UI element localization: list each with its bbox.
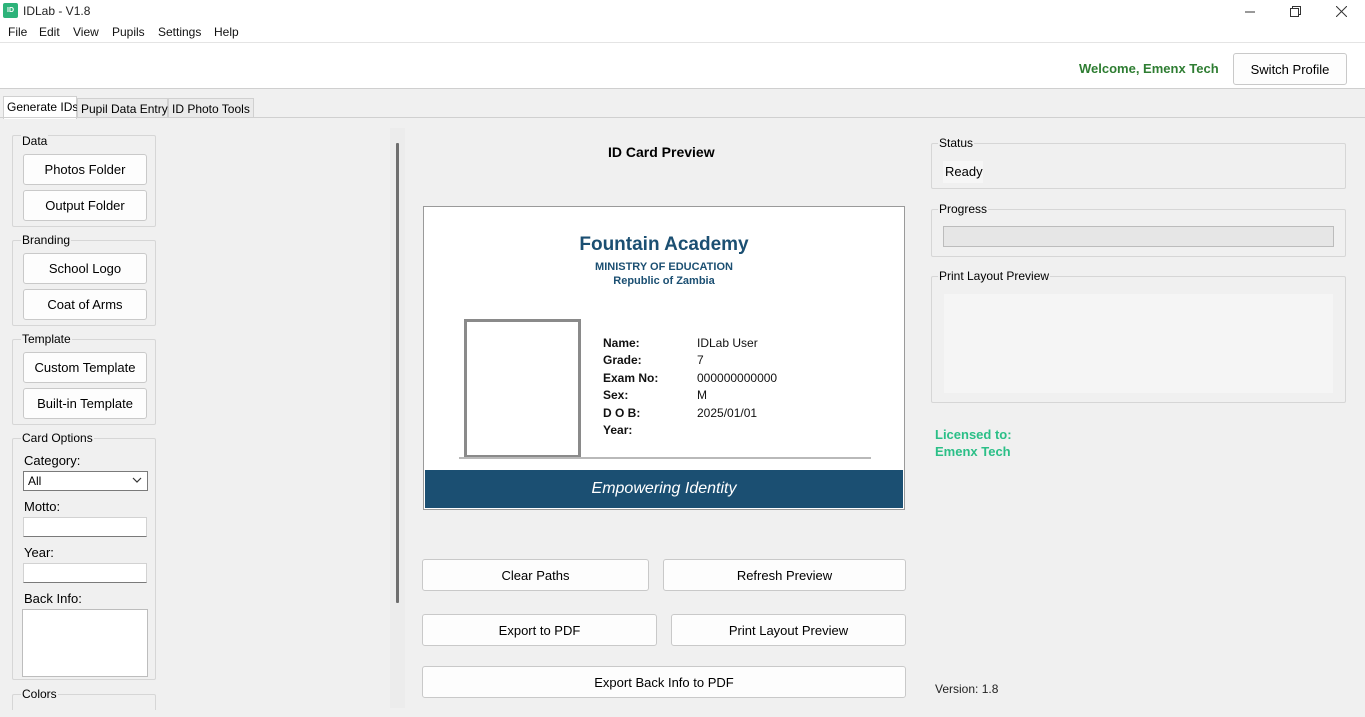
chevron-down-icon [132, 477, 142, 483]
colors-group-title: Colors [21, 687, 58, 701]
menu-help[interactable]: Help [214, 25, 239, 39]
custom-template-button[interactable]: Custom Template [23, 352, 147, 383]
menu-edit[interactable]: Edit [39, 25, 60, 39]
back-info-textarea[interactable] [22, 609, 148, 677]
tab-generate-ids[interactable]: Generate IDs [3, 96, 78, 119]
minimize-button[interactable] [1227, 0, 1273, 23]
category-select[interactable]: All [23, 471, 148, 491]
print-layout-preview-button[interactable]: Print Layout Preview [671, 614, 906, 646]
export-back-info-button[interactable]: Export Back Info to PDF [422, 666, 906, 698]
card-ministry: MINISTRY OF EDUCATION [595, 261, 733, 273]
card-field-label: Year: [603, 423, 633, 437]
switch-profile-button[interactable]: Switch Profile [1233, 53, 1347, 85]
window-title: IDLab - V1.8 [23, 4, 91, 18]
menu-view[interactable]: View [73, 25, 99, 39]
output-folder-button[interactable]: Output Folder [23, 190, 147, 221]
card-field-value: IDLab User [697, 336, 758, 350]
menu-bar: File Edit View Pupils Settings Help [0, 23, 1365, 42]
data-group-title: Data [21, 134, 49, 148]
close-icon [1335, 6, 1347, 17]
print-layout-preview-area [944, 294, 1333, 393]
status-value: Ready [943, 161, 983, 183]
preview-title: ID Card Preview [608, 144, 715, 160]
motto-label: Motto: [24, 499, 61, 514]
refresh-preview-button[interactable]: Refresh Preview [663, 559, 906, 591]
status-group-title: Status [938, 136, 975, 150]
restore-icon [1289, 6, 1301, 17]
card-field-label: Grade: [603, 353, 642, 367]
card-photo-placeholder [464, 319, 581, 458]
builtin-template-button[interactable]: Built-in Template [23, 388, 147, 419]
card-field-label: D O B: [603, 406, 641, 420]
card-field-value: 2025/01/01 [697, 406, 758, 420]
scrollbar-thumb[interactable] [396, 143, 399, 603]
export-pdf-button[interactable]: Export to PDF [422, 614, 657, 646]
card-field-label: Exam No: [603, 371, 659, 385]
template-group-title: Template [21, 332, 72, 346]
card-field-value: 000000000000 [697, 371, 778, 385]
card-republic: Republic of Zambia [613, 275, 715, 287]
maximize-button[interactable] [1272, 0, 1318, 23]
id-card-preview: Fountain Academy MINISTRY OF EDUCATION R… [423, 206, 905, 510]
school-logo-button[interactable]: School Logo [23, 253, 147, 284]
close-button[interactable] [1318, 0, 1364, 23]
minimize-icon [1245, 11, 1255, 12]
header-bar: Welcome, Emenx Tech Switch Profile [0, 42, 1365, 89]
card-field-label: Name: [603, 336, 640, 350]
card-field-value: 7 [697, 353, 704, 367]
card-field-value: M [697, 388, 707, 402]
clear-paths-button[interactable]: Clear Paths [422, 559, 649, 591]
menu-file[interactable]: File [8, 25, 27, 39]
tab-pupil-data-entry[interactable]: Pupil Data Entry [77, 98, 168, 118]
card-divider [459, 457, 871, 459]
licensed-to-name: Emenx Tech [935, 444, 1011, 459]
version-label: Version: 1.8 [935, 682, 999, 696]
card-school-name: Fountain Academy [579, 234, 749, 255]
back-info-label: Back Info: [24, 591, 82, 606]
menu-pupils[interactable]: Pupils [112, 25, 145, 39]
status-group [931, 143, 1346, 189]
category-label: Category: [24, 453, 81, 468]
category-value: All [28, 474, 42, 488]
print-layout-group-title: Print Layout Preview [938, 269, 1051, 283]
progress-group-title: Progress [938, 202, 989, 216]
card-options-group-title: Card Options [21, 431, 94, 445]
title-bar: ID IDLab - V1.8 [0, 0, 1365, 23]
app-icon: ID [3, 3, 18, 18]
left-options-panel: Data Photos Folder Output Folder Brandin… [12, 128, 158, 710]
progress-bar [943, 226, 1334, 247]
card-field-label: Sex: [603, 388, 629, 402]
motto-input[interactable] [23, 517, 147, 537]
left-scroll-area [158, 118, 390, 710]
coat-of-arms-button[interactable]: Coat of Arms [23, 289, 147, 320]
card-motto-band: Empowering Identity [425, 470, 903, 508]
year-label: Year: [24, 545, 54, 560]
branding-group-title: Branding [21, 233, 72, 247]
tab-id-photo-tools[interactable]: ID Photo Tools [168, 98, 254, 118]
photos-folder-button[interactable]: Photos Folder [23, 154, 147, 185]
year-input[interactable] [23, 563, 147, 583]
welcome-text: Welcome, Emenx Tech [1079, 61, 1219, 76]
licensed-to-label: Licensed to: [935, 427, 1012, 442]
menu-settings[interactable]: Settings [158, 25, 201, 39]
